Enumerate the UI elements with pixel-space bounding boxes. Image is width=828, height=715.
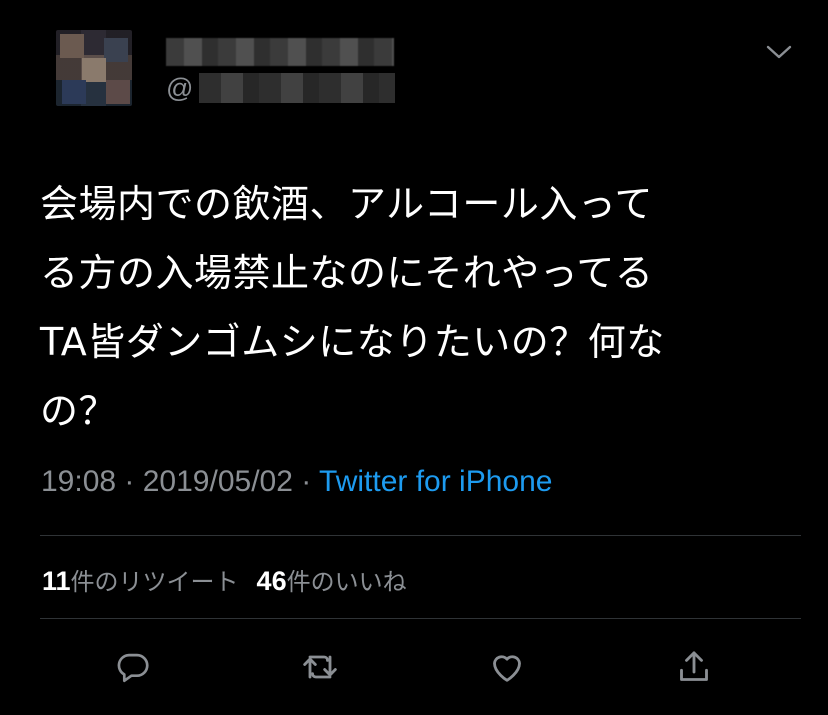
action-bar (0, 645, 828, 691)
heart-icon (493, 655, 521, 682)
retweet-icon (303, 655, 337, 679)
divider (40, 618, 801, 619)
retweet-count: 11 (42, 566, 71, 596)
handle[interactable]: @ (166, 70, 396, 106)
handle-at-sign: @ (166, 72, 194, 103)
avatar-photo-cell (62, 80, 86, 104)
share-icon (680, 651, 708, 681)
meta-separator: · (116, 465, 143, 498)
like-label: 件のいいね (286, 568, 407, 596)
meta-separator: · (292, 465, 320, 498)
avatar-photo-cell (60, 34, 84, 58)
like-button[interactable] (485, 645, 529, 689)
tweet-date: 2019/05/02 (142, 465, 293, 498)
tweet-meta: 19:08 · 2019/05/02 · Twitter for iPhone (41, 465, 552, 499)
retweet-button[interactable] (298, 645, 342, 689)
tweet-stats: 11件のリツイート 46件のいいね (42, 562, 407, 597)
reply-button[interactable] (111, 645, 155, 689)
avatar-photo-cell (104, 38, 128, 62)
handle-redacted (199, 73, 396, 103)
retweet-stat[interactable]: 11件のリツイート (42, 566, 239, 596)
display-name-redacted[interactable] (166, 38, 394, 66)
share-button[interactable] (672, 645, 716, 689)
like-count: 46 (256, 566, 287, 596)
tweet-client-link[interactable]: Twitter for iPhone (319, 465, 552, 498)
tweet-time: 19:08 (41, 465, 117, 498)
tweet-text: 会場内での飲酒、アルコール入って る方の入場禁止なのにそれやってる TA皆ダンゴ… (40, 182, 665, 433)
chevron-down-icon[interactable] (766, 42, 792, 62)
avatar-photo-cell (82, 58, 106, 82)
reply-icon (117, 653, 149, 683)
avatar[interactable] (56, 30, 132, 106)
like-stat[interactable]: 46件のいいね (256, 566, 407, 596)
divider (40, 535, 801, 536)
retweet-label: 件のリツイート (70, 568, 239, 596)
avatar-photo-cell (106, 80, 130, 104)
